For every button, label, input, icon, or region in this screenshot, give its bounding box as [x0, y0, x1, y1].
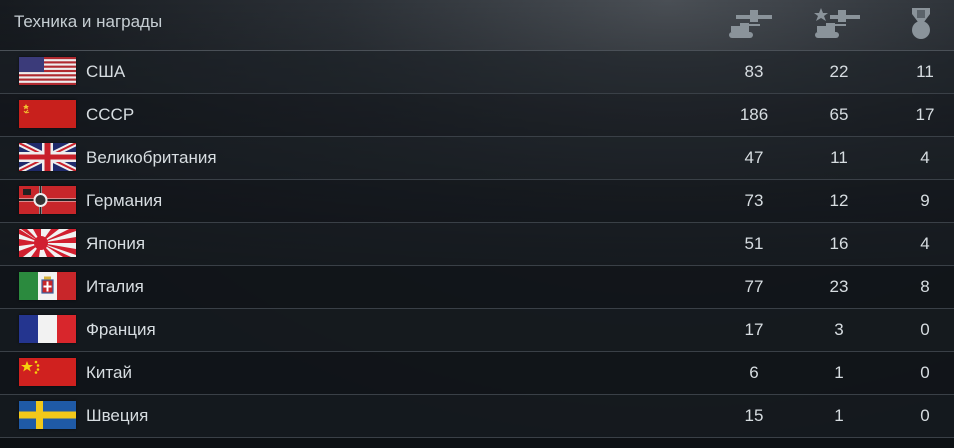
vehicles-count: 77	[744, 277, 764, 296]
table-row[interactable]: Япония 51 16 4	[0, 223, 954, 266]
premium-count: 1	[834, 363, 844, 382]
medals-count: 0	[920, 320, 930, 339]
medals-count: 4	[920, 234, 930, 253]
table-row[interactable]: Китай 6 1 0	[0, 352, 954, 395]
premium-count: 3	[834, 320, 844, 339]
premium-count: 23	[829, 277, 849, 296]
country-name: Германия	[86, 191, 163, 210]
table-row[interactable]: Великобритания 47 11 4	[0, 137, 954, 180]
japan-flag-icon	[19, 229, 76, 257]
vehicles-icon	[728, 6, 778, 42]
table-header: Техника и награды	[0, 0, 954, 51]
medal-icon	[906, 6, 936, 42]
country-name: Китай	[86, 363, 132, 382]
germany-flag-icon	[19, 186, 76, 214]
vehicles-count: 186	[739, 105, 769, 124]
nations-table: США 83 22 11 СССР 186 65 17 Великобритан…	[0, 51, 954, 438]
country-name: Швеция	[86, 406, 149, 425]
medals-count: 4	[920, 148, 930, 167]
table-row[interactable]: Швеция 15 1 0	[0, 395, 954, 438]
premium-vehicles-icon	[812, 6, 864, 42]
medals-count: 9	[920, 191, 930, 210]
usa-flag-icon	[19, 57, 76, 85]
medals-count: 17	[915, 105, 935, 124]
country-name: Великобритания	[86, 148, 217, 167]
vehicles-count: 17	[744, 320, 764, 339]
medals-count: 8	[920, 277, 930, 296]
vehicles-count: 51	[744, 234, 764, 253]
vehicles-count: 15	[744, 406, 764, 425]
vehicles-count: 47	[744, 148, 764, 167]
medals-count: 0	[920, 363, 930, 382]
country-name: Япония	[86, 234, 146, 253]
uk-flag-icon	[19, 143, 76, 171]
ussr-flag-icon	[19, 100, 76, 128]
table-row[interactable]: Италия 77 23 8	[0, 266, 954, 309]
china-flag-icon	[19, 358, 76, 386]
sweden-flag-icon	[19, 401, 76, 429]
medals-count: 11	[916, 62, 934, 81]
country-name: Франция	[86, 320, 156, 339]
table-row[interactable]: Германия 73 12 9	[0, 180, 954, 223]
country-name: Италия	[86, 277, 144, 296]
premium-count: 12	[829, 191, 849, 210]
country-name: США	[86, 62, 126, 81]
premium-count: 16	[829, 234, 849, 253]
country-name: СССР	[86, 105, 135, 124]
premium-count: 1	[834, 406, 844, 425]
italy-flag-icon	[19, 272, 76, 300]
france-flag-icon	[19, 315, 76, 343]
medals-count: 0	[920, 406, 930, 425]
premium-count: 11	[830, 148, 848, 167]
panel-title: Техника и награды	[14, 12, 163, 31]
vehicles-count: 6	[749, 363, 759, 382]
vehicles-count: 83	[744, 62, 764, 81]
table-row[interactable]: Франция 17 3 0	[0, 309, 954, 352]
vehicles-and-awards-panel: Техника и награды США 83 22 11 СССР 186 …	[0, 0, 954, 448]
premium-count: 65	[829, 105, 849, 124]
table-row[interactable]: США 83 22 11	[0, 51, 954, 94]
vehicles-count: 73	[744, 191, 764, 210]
premium-count: 22	[829, 62, 849, 81]
table-row[interactable]: СССР 186 65 17	[0, 94, 954, 137]
